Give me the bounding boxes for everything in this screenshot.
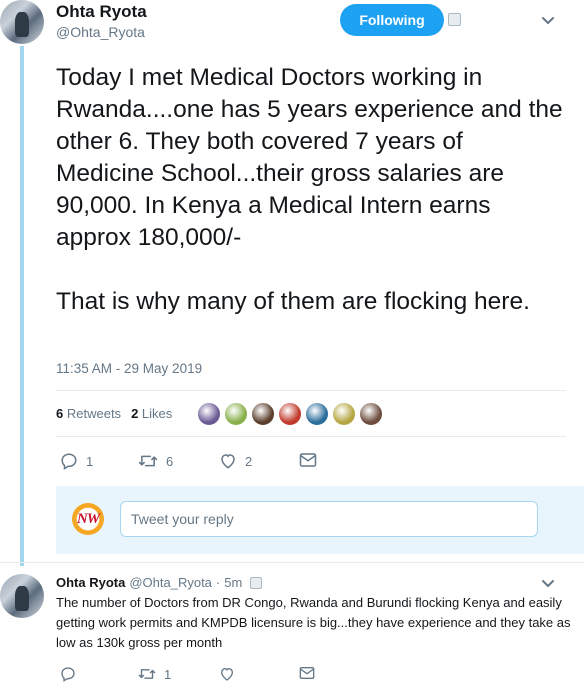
divider — [56, 390, 566, 391]
current-user-avatar: NW — [72, 503, 104, 535]
divider — [56, 436, 566, 437]
reply-input[interactable]: Tweet your reply — [120, 501, 538, 537]
retweet-action[interactable]: 1 — [138, 666, 171, 682]
verified-placeholder-icon — [250, 576, 263, 589]
reply-header: Ohta Ryota @Ohta_Ryota · 5m — [56, 575, 263, 590]
author-avatar[interactable] — [0, 0, 44, 44]
liker-avatar[interactable] — [359, 402, 383, 426]
chevron-down-icon[interactable] — [541, 14, 555, 28]
reply-input-placeholder: Tweet your reply — [131, 511, 234, 527]
author-handle[interactable]: @Ohta_Ryota — [56, 24, 145, 40]
envelope-icon — [299, 667, 315, 679]
liker-avatar[interactable] — [251, 402, 275, 426]
liker-avatar[interactable] — [224, 402, 248, 426]
thread-connector-line — [20, 46, 24, 566]
tweet-text: Today I met Medical Doctors working in R… — [56, 64, 563, 315]
liker-avatar[interactable] — [332, 402, 356, 426]
retweet-icon — [138, 455, 158, 467]
separator-dot: · — [215, 575, 221, 590]
following-button[interactable]: Following — [340, 4, 444, 36]
divider — [0, 562, 584, 563]
reply-action[interactable] — [60, 666, 76, 682]
like-action[interactable] — [219, 666, 235, 682]
reply-icon — [61, 667, 75, 682]
direct-message-action[interactable] — [299, 666, 315, 680]
reply-author-handle[interactable]: @Ohta_Ryota — [129, 575, 212, 590]
author-name[interactable]: Ohta Ryota — [56, 2, 147, 22]
reply-author-name[interactable]: Ohta Ryota — [56, 575, 125, 590]
liker-avatar[interactable] — [278, 402, 302, 426]
like-count: 2 — [245, 453, 253, 469]
verified-placeholder-icon — [448, 13, 461, 26]
reply-icon — [61, 453, 77, 470]
retweet-count: 1 — [164, 666, 172, 682]
liker-avatar[interactable] — [197, 402, 221, 426]
retweet-action[interactable]: 6 — [138, 452, 173, 470]
reply-count: 1 — [86, 453, 94, 469]
likes-stat[interactable]: 2 Likes — [131, 406, 172, 421]
reply-time[interactable]: 5m — [224, 575, 242, 590]
reply-author-avatar[interactable] — [0, 574, 44, 618]
like-action[interactable]: 2 — [219, 452, 252, 470]
reply-tweet-text: The number of Doctors from DR Congo, Rwa… — [56, 595, 571, 650]
retweet-count: 6 — [166, 453, 174, 469]
direct-message-action[interactable] — [299, 452, 317, 468]
tweet-timestamp[interactable]: 11:35 AM - 29 May 2019 — [56, 361, 202, 376]
heart-icon — [220, 667, 234, 681]
envelope-icon — [299, 453, 317, 467]
retweets-stat[interactable]: 6 Retweets — [56, 406, 121, 421]
liker-avatars — [197, 402, 383, 426]
retweet-icon — [138, 669, 156, 679]
chevron-down-icon[interactable] — [541, 577, 555, 591]
liker-avatar[interactable] — [305, 402, 329, 426]
heart-icon — [221, 454, 235, 469]
engagement-stats: 6 Retweets 2 Likes — [56, 406, 172, 421]
reply-action[interactable]: 1 — [60, 452, 93, 470]
